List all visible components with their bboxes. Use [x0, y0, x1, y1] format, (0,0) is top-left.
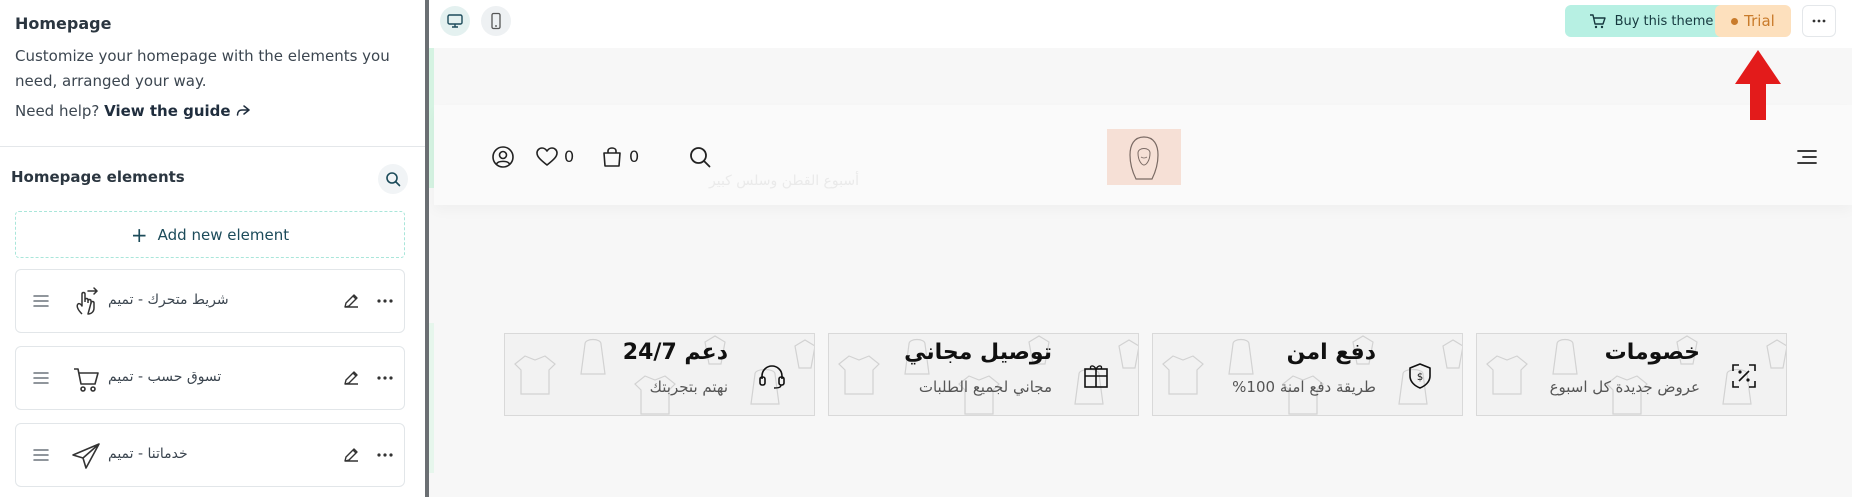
swipe-hand-icon [76, 287, 99, 315]
sidebar-separator [0, 146, 425, 147]
sidebar-description: Customize your homepage with the element… [15, 47, 390, 90]
more-options-icon[interactable] [376, 446, 394, 464]
feature-card: خصومات عروض جديدة كل اسبوع [1476, 333, 1787, 416]
shopping-cart-icon [1589, 14, 1606, 29]
drag-handle-icon[interactable] [32, 369, 50, 387]
more-options-icon [1812, 19, 1826, 23]
discount-icon [1732, 364, 1756, 388]
trial-label: Trial [1744, 12, 1775, 30]
drag-handle-icon[interactable] [32, 446, 50, 464]
share-arrow-icon [236, 105, 250, 116]
status-dot [1731, 17, 1739, 25]
desktop-monitor-icon [447, 14, 463, 28]
wishlist-count: 0 [564, 147, 575, 166]
feature-card: دعم 24/7 نهتم بتجربتك [504, 333, 815, 416]
app-root: Homepage Customize your homepage with th… [0, 0, 1852, 497]
feature-title: خصومات [1604, 340, 1700, 365]
svg-text:$: $ [1417, 372, 1423, 383]
heart-icon[interactable] [535, 145, 559, 169]
feature-title: دفع امن [1286, 340, 1376, 365]
buy-theme-label: Buy this theme [1614, 13, 1714, 29]
help-prefix: Need help? [15, 102, 100, 120]
gift-box-icon [1084, 365, 1108, 388]
add-new-element-label: Add new element [157, 225, 290, 244]
hijab-woman-logo-icon [1129, 136, 1159, 180]
element-card-marquee[interactable]: شريط متحرك - تميم [15, 269, 405, 333]
feature-title: توصيل مجاني [904, 340, 1052, 365]
feature-subtitle: طريقة دفع امنة 100% [1232, 378, 1376, 396]
feature-card: توصيل مجاني مجاني لجميع الطلبات [828, 333, 1139, 416]
feature-subtitle: عروض جديدة كل اسبوع [1549, 378, 1700, 396]
shopping-bag-icon[interactable] [600, 145, 624, 169]
mobile-view-button[interactable] [481, 6, 511, 36]
homepage-elements-title: Homepage elements [11, 168, 185, 186]
editor-topbar: Buy this theme Trial [429, 0, 1852, 44]
feature-subtitle: مجاني لجميع الطلبات [918, 378, 1052, 396]
cart-count: 0 [629, 147, 640, 166]
view-guide-label: View the guide [104, 102, 231, 120]
edit-pencil-icon[interactable] [342, 369, 360, 387]
elements-search-button[interactable] [378, 164, 408, 194]
shopping-cart-icon [74, 368, 99, 392]
add-new-element-button[interactable]: + Add new element [15, 211, 405, 258]
more-options-icon[interactable] [376, 292, 394, 310]
element-card-services[interactable]: خدماتنا - تميم [15, 423, 405, 487]
feature-card: $ دفع امن طريقة دفع امنة 100% [1152, 333, 1463, 416]
secure-shield-icon: $ [1409, 363, 1431, 389]
headset-icon [759, 365, 785, 389]
plus-icon: + [130, 222, 148, 247]
editor-sidebar: Homepage Customize your homepage with th… [0, 0, 425, 497]
element-card-shop-by[interactable]: تسوق حسب - تميم [15, 346, 405, 410]
element-label: تسوق حسب - تميم [108, 369, 222, 385]
edit-pencil-icon[interactable] [342, 446, 360, 464]
feature-title: دعم 24/7 [622, 340, 728, 365]
more-options-icon[interactable] [376, 369, 394, 387]
paper-plane-icon [72, 443, 100, 469]
element-label: خدماتنا - تميم [108, 446, 188, 462]
more-menu-button[interactable] [1802, 5, 1836, 37]
store-header: 0 0 [434, 105, 1852, 205]
red-annotation-arrow-icon [1735, 50, 1781, 120]
user-account-icon[interactable] [491, 145, 515, 169]
store-logo[interactable] [1107, 129, 1181, 185]
hamburger-menu-icon[interactable] [1795, 145, 1819, 169]
desktop-view-button[interactable] [440, 6, 470, 36]
faded-marquee-text: أسبوع القطن وسلس كبير [709, 173, 859, 189]
element-label: شريط متحرك - تميم [108, 292, 229, 308]
trial-badge[interactable]: Trial [1715, 5, 1791, 37]
sidebar-title: Homepage [15, 14, 112, 33]
section-indicator [429, 323, 434, 473]
store-preview: 0 0 أسبوع القطن وسلس كبير خصومات عروض جد… [429, 48, 1852, 497]
drag-handle-icon[interactable] [32, 292, 50, 310]
edit-pencil-icon[interactable] [342, 292, 360, 310]
search-icon [386, 172, 401, 187]
buy-theme-button[interactable]: Buy this theme [1565, 5, 1737, 37]
feature-subtitle: نهتم بتجربتك [649, 378, 728, 396]
mobile-phone-icon [491, 12, 501, 30]
help-text: Need help? View the guide [15, 102, 250, 120]
view-guide-link[interactable]: View the guide [104, 102, 250, 120]
search-icon[interactable] [688, 145, 712, 169]
